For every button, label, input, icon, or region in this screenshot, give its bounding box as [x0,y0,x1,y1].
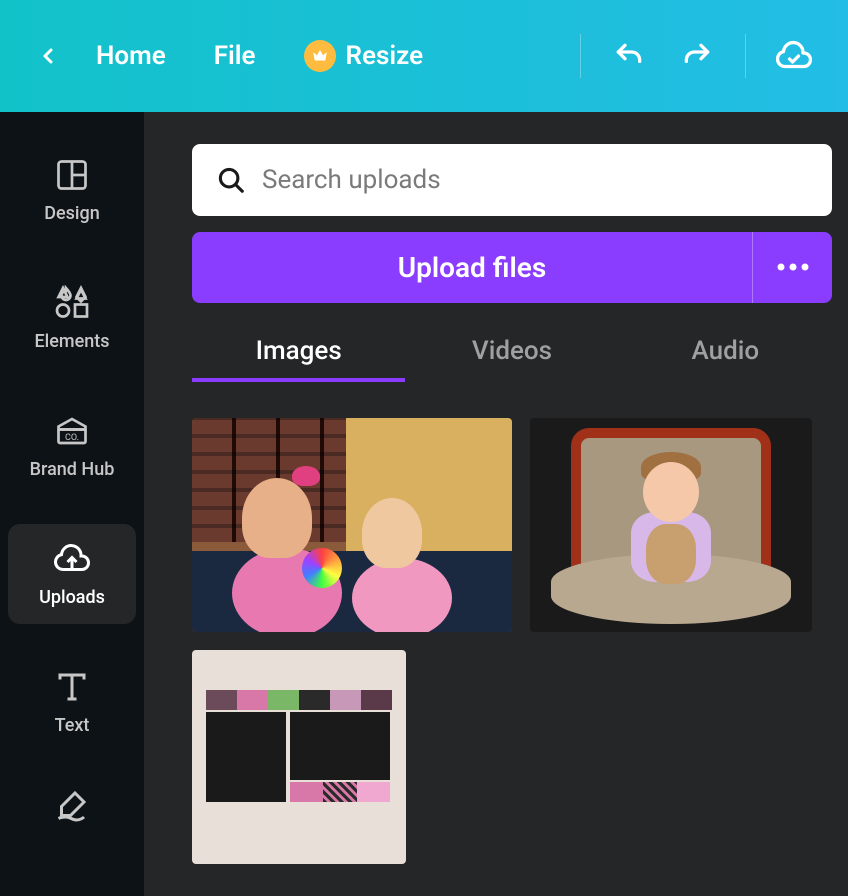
sidebar-item-label: Elements [35,331,110,352]
sidebar-item-label: Text [55,715,90,736]
tab-images[interactable]: Images [192,319,405,382]
sidebar-item-draw[interactable] [8,780,136,830]
upload-thumbnail[interactable] [192,650,406,864]
search-input[interactable] [262,165,808,195]
sidebar-item-uploads[interactable]: Uploads [8,524,136,624]
resize-label: Resize [346,41,424,71]
sidebar-item-label: Design [44,203,99,224]
upload-tabs: Images Videos Audio [192,319,832,382]
uploads-grid [192,398,832,864]
sidebar-item-text[interactable]: Text [8,652,136,752]
brand-hub-icon: CO. [54,413,90,449]
main-area: Design Elements CO. Brand Hub Uploads Te… [0,112,848,896]
elements-icon [54,285,90,321]
chevron-left-icon [36,44,60,68]
undo-button[interactable] [599,32,659,80]
redo-button[interactable] [667,32,727,80]
tab-audio[interactable]: Audio [619,319,832,382]
uploads-panel: Upload files Images Videos Audio [144,112,848,896]
sidebar-item-label: Brand Hub [30,459,115,480]
text-icon [54,669,90,705]
resize-button[interactable]: Resize [284,40,444,72]
upload-row: Upload files [192,232,832,304]
file-menu[interactable]: File [194,41,276,71]
tab-videos[interactable]: Videos [405,319,618,382]
sidebar: Design Elements CO. Brand Hub Uploads Te… [0,112,144,896]
back-button[interactable] [24,32,72,80]
divider [745,34,746,78]
undo-icon [613,40,645,72]
divider [580,34,581,78]
search-icon [216,165,246,195]
sidebar-item-brand-hub[interactable]: CO. Brand Hub [8,396,136,496]
sidebar-item-design[interactable]: Design [8,140,136,240]
search-box[interactable] [192,144,832,216]
topbar: Home File Resize [0,0,848,112]
upload-thumbnail[interactable] [192,418,512,632]
upload-more-button[interactable] [752,232,832,304]
sync-status-button[interactable] [764,32,824,80]
cloud-check-icon [776,38,812,74]
upload-thumbnail[interactable] [530,418,812,632]
sidebar-item-label: Uploads [39,587,105,608]
upload-files-button[interactable]: Upload files [192,232,752,304]
more-icon [776,261,810,273]
design-icon [54,157,90,193]
uploads-icon [54,541,90,577]
crown-icon [304,40,336,72]
redo-icon [681,40,713,72]
sidebar-item-elements[interactable]: Elements [8,268,136,368]
svg-text:CO.: CO. [65,433,79,443]
home-link[interactable]: Home [76,41,186,71]
draw-icon [54,787,90,823]
